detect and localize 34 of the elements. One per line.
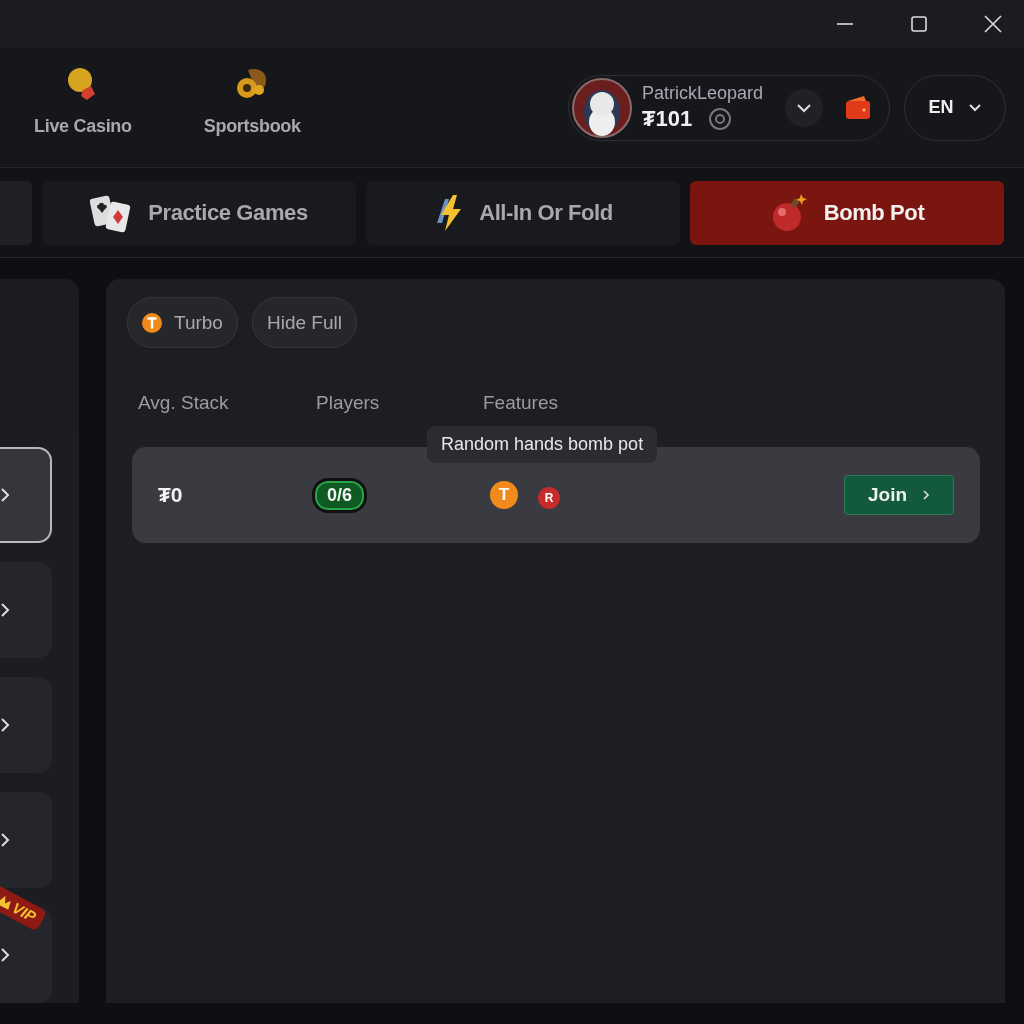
close-icon[interactable] [984, 15, 1002, 33]
tooltip: Random hands bomb pot [427, 426, 658, 463]
chevron-right-icon [0, 717, 10, 733]
maximize-icon[interactable] [911, 16, 927, 32]
column-header: Players [316, 392, 381, 414]
column-header: Avg. Stack [138, 392, 230, 414]
chevron-down-icon [796, 102, 812, 113]
chevron-right-icon [0, 832, 10, 848]
dropdown-button[interactable] [785, 88, 823, 127]
bomb-badge: R [538, 487, 560, 509]
player-count: 0/6 [312, 477, 368, 513]
filter-chip[interactable]: Hide Full [251, 297, 357, 348]
join-button[interactable]: Join [844, 475, 954, 515]
eye-icon[interactable] [708, 107, 733, 131]
chevron-right-icon [0, 487, 10, 503]
chevron-down-icon [967, 103, 982, 112]
username: PatrickLeopard [642, 83, 765, 104]
balance: ₮101 [642, 106, 693, 132]
avatar [572, 77, 632, 138]
chevron-right-icon [0, 947, 10, 963]
tab[interactable]: Bomb Pot [690, 180, 1004, 245]
chevron-right-icon [923, 490, 931, 500]
list-card[interactable] [0, 447, 52, 543]
tab[interactable]: All-In Or Fold [366, 180, 680, 245]
turbo-icon [142, 312, 162, 333]
nav-link[interactable]: Sportsbook [203, 116, 301, 137]
turbo-badge: T [490, 481, 518, 509]
wallet-icon[interactable] [845, 94, 871, 121]
nav-link[interactable]: Live Casino [34, 116, 132, 137]
filter-chip[interactable]: Turbo [127, 297, 238, 348]
column-header: Features [483, 392, 559, 414]
table-cell-text: ₮0 [158, 483, 184, 507]
tab[interactable]: Practice Games [42, 180, 356, 245]
chevron-right-icon [0, 602, 10, 618]
